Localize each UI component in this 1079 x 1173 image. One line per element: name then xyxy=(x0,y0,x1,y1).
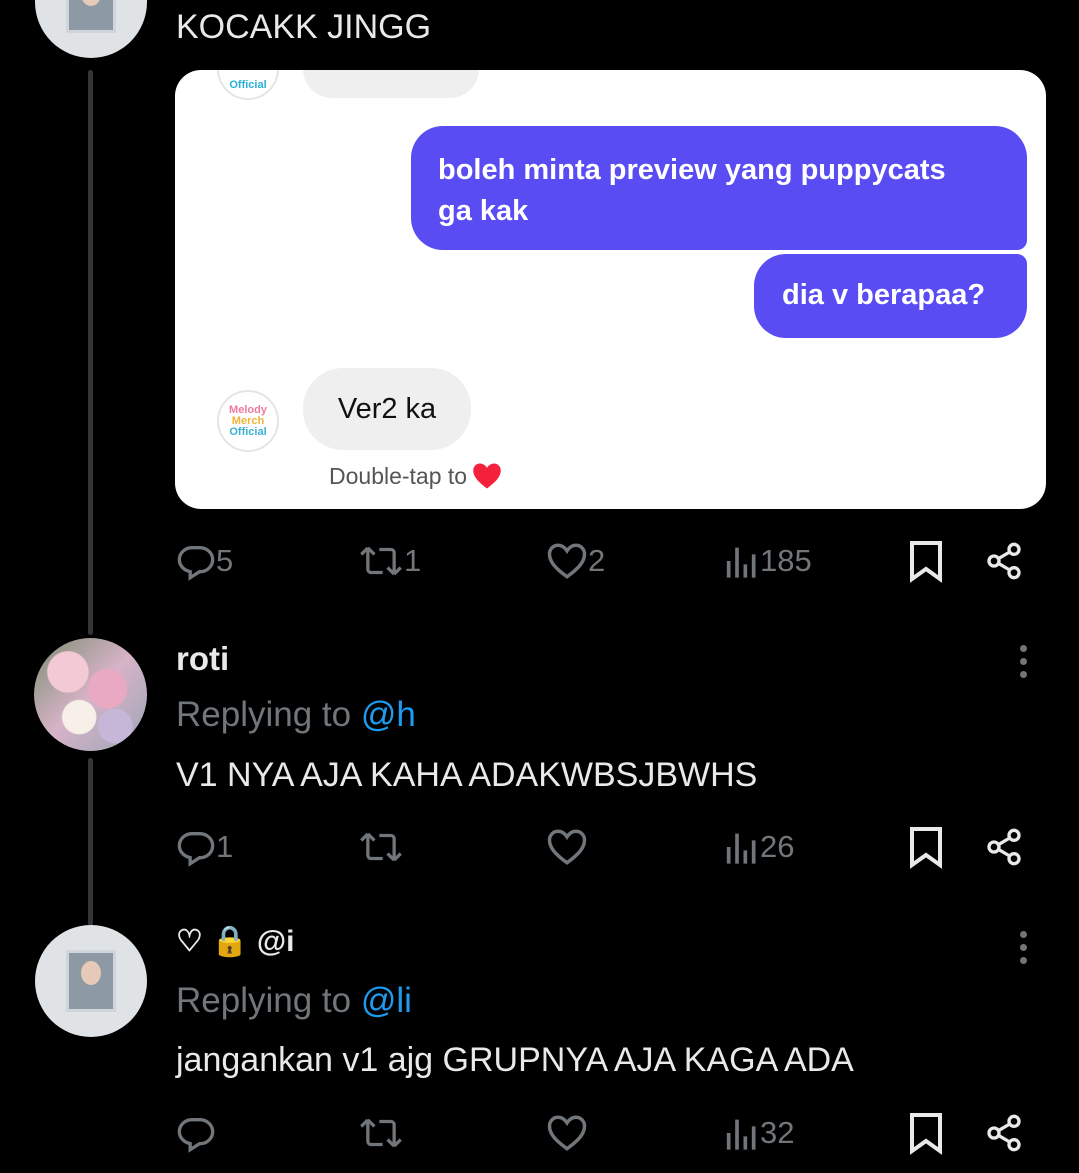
bookmark-icon xyxy=(910,1113,942,1155)
views-count: 26 xyxy=(760,829,795,864)
repost-icon xyxy=(360,832,402,862)
display-name[interactable]: roti xyxy=(176,640,229,678)
views-icon xyxy=(726,833,756,864)
more-options-button[interactable] xyxy=(1020,645,1028,684)
reply-button[interactable]: 1 xyxy=(176,817,233,877)
bookmark-icon xyxy=(910,827,942,869)
incoming-bubble-partial xyxy=(303,70,479,98)
views-button[interactable]: 32 xyxy=(724,1103,794,1163)
post-text: KOCAKK JINGG xyxy=(176,8,432,46)
heart-icon xyxy=(473,463,501,489)
like-count: 2 xyxy=(588,543,606,578)
share-button[interactable] xyxy=(984,827,1024,872)
shop-logo: Official xyxy=(217,70,279,100)
heart-icon xyxy=(547,543,587,579)
views-icon xyxy=(726,547,756,578)
repost-button[interactable] xyxy=(358,817,404,877)
outgoing-message: boleh minta preview yang puppycats ga ka… xyxy=(411,126,1027,250)
more-options-button[interactable] xyxy=(1020,931,1028,970)
share-icon xyxy=(987,828,1021,866)
bookmark-button[interactable] xyxy=(908,1111,944,1160)
repost-button[interactable] xyxy=(358,1103,404,1163)
comment-icon xyxy=(177,832,215,867)
replying-to: Replying to @h xyxy=(176,695,416,734)
avatar[interactable] xyxy=(35,925,147,1037)
like-button[interactable] xyxy=(546,817,588,877)
avatar[interactable] xyxy=(34,638,147,751)
views-icon xyxy=(726,1119,756,1150)
views-count: 32 xyxy=(760,1115,795,1150)
views-count: 185 xyxy=(760,543,812,578)
repost-button[interactable]: 1 xyxy=(358,531,421,591)
repost-icon xyxy=(360,1118,402,1148)
heart-icon xyxy=(547,1115,587,1151)
avatar[interactable] xyxy=(35,0,147,58)
incoming-message: Ver2 ka xyxy=(303,368,471,450)
display-name[interactable]: ♡ 🔒 @i xyxy=(176,924,295,959)
comment-icon xyxy=(177,546,215,581)
views-button[interactable]: 185 xyxy=(724,531,812,591)
share-button[interactable] xyxy=(984,1113,1024,1158)
bookmark-icon xyxy=(910,541,942,583)
replying-to: Replying to @li xyxy=(176,981,412,1020)
outgoing-message: dia v berapaa? xyxy=(754,254,1027,338)
like-button[interactable] xyxy=(546,1103,588,1163)
repost-count: 1 xyxy=(404,543,422,578)
share-icon xyxy=(987,1114,1021,1152)
reply-button[interactable]: 5 xyxy=(176,531,233,591)
reply-count: 5 xyxy=(216,543,234,578)
comment-icon xyxy=(177,1118,215,1153)
post-actions: 5 1 2 185 xyxy=(0,531,1079,591)
share-button[interactable] xyxy=(984,541,1024,586)
attached-image[interactable]: Official boleh minta preview yang puppyc… xyxy=(175,70,1046,509)
like-button[interactable]: 2 xyxy=(546,531,605,591)
replying-handle[interactable]: @h xyxy=(361,695,416,734)
post-actions: 32 xyxy=(0,1103,1079,1163)
double-tap-hint: Double-tap to xyxy=(329,462,502,490)
shop-logo: Melody Merch Official xyxy=(217,390,279,452)
reply-text: V1 NYA AJA KAHA ADAKWBSJBWHS xyxy=(176,756,758,794)
bookmark-button[interactable] xyxy=(908,539,944,588)
post-actions: 1 26 xyxy=(0,817,1079,877)
bookmark-button[interactable] xyxy=(908,825,944,874)
reply-count: 1 xyxy=(216,829,234,864)
share-icon xyxy=(987,542,1021,580)
heart-icon xyxy=(547,829,587,865)
views-button[interactable]: 26 xyxy=(724,817,794,877)
replying-handle[interactable]: @li xyxy=(361,981,412,1020)
reply-button[interactable] xyxy=(176,1103,216,1163)
reply-text: jangankan v1 ajg GRUPNYA AJA KAGA ADA xyxy=(176,1041,854,1079)
repost-icon xyxy=(360,546,402,576)
